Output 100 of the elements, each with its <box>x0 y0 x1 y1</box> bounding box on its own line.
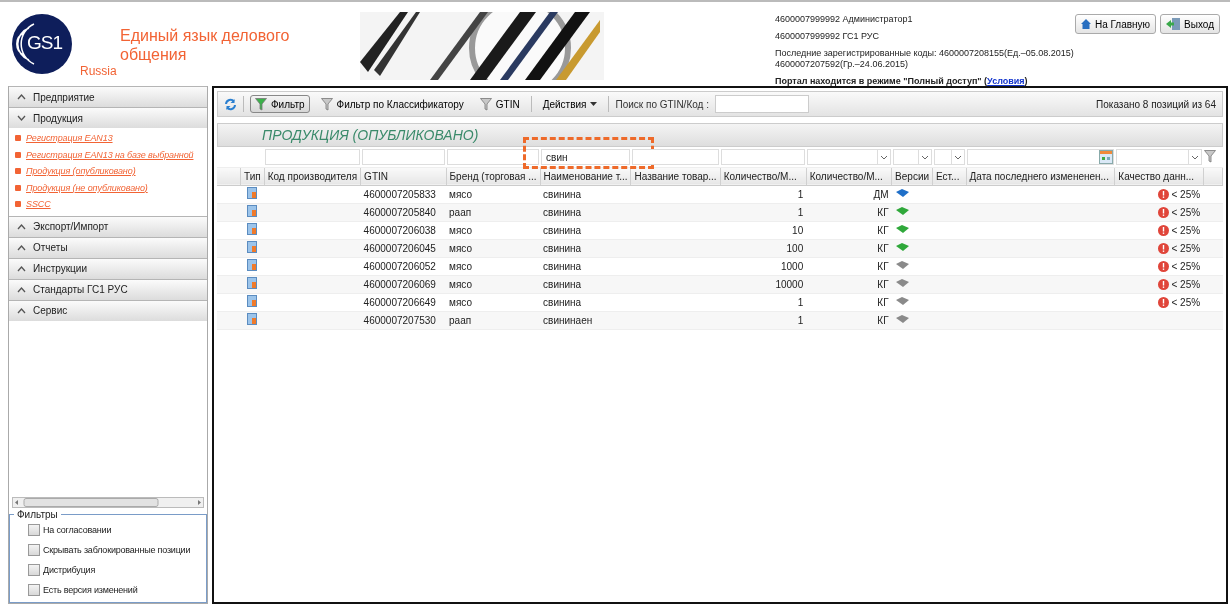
sidebar-section[interactable]: Инструкции <box>9 257 207 279</box>
table-cell: свинина <box>540 221 631 239</box>
sidebar-section[interactable]: Сервис <box>9 299 207 321</box>
funnel-icon <box>255 97 267 111</box>
box-icon <box>247 259 258 271</box>
table-cell: мясо <box>446 293 541 311</box>
box-icon <box>247 295 258 307</box>
table-cell: КГ <box>806 293 892 311</box>
funnel-icon <box>479 97 492 111</box>
quality-text: < 25% <box>1171 224 1201 236</box>
warning-icon <box>1158 224 1170 236</box>
bullet-icon <box>15 184 21 191</box>
caret-icon <box>590 102 598 106</box>
checkbox[interactable] <box>28 584 40 596</box>
table-cell: свинина <box>540 185 631 203</box>
table-cell: свинина <box>540 257 631 275</box>
warning-icon <box>1158 278 1170 290</box>
checkbox-label: Дистрибуция <box>43 565 96 575</box>
sidebar-section[interactable]: Продукция <box>9 107 207 128</box>
table-cell: ДМ <box>806 185 892 203</box>
refresh-icon[interactable] <box>224 97 237 111</box>
sidebar-section[interactable]: Отчеты <box>9 236 207 258</box>
table-cell: 4600007206649 <box>360 293 447 311</box>
date-filter-field[interactable] <box>967 149 1114 166</box>
user-info-text: 4600007999992 ГС1 РУС <box>774 31 880 42</box>
funnel-icon <box>320 97 333 111</box>
table-cell: мясо <box>446 221 541 239</box>
checkbox[interactable] <box>28 524 40 536</box>
filter-field[interactable]: свин <box>541 149 630 166</box>
table-cell: 1000 <box>720 257 807 275</box>
home-button[interactable]: На Главную <box>1074 14 1157 34</box>
box-icon <box>247 187 258 199</box>
table-cell: 4600007205833 <box>360 185 447 203</box>
filter-dropdown[interactable] <box>807 149 891 166</box>
logo-text: GS1 <box>27 32 63 54</box>
shown-count: Показано 8 позиций из 64 <box>1096 98 1216 110</box>
calendar-icon[interactable] <box>1098 150 1113 165</box>
filter-field[interactable] <box>721 149 806 166</box>
filter-field[interactable] <box>361 149 446 166</box>
box-icon <box>247 313 258 325</box>
search-field[interactable] <box>714 95 809 113</box>
bullet-icon <box>15 135 21 142</box>
table-cell: 4600007206038 <box>360 221 447 239</box>
chevron-up-icon <box>17 307 26 314</box>
chevron-up-icon <box>17 94 26 100</box>
filter-dropdown[interactable] <box>1115 149 1203 166</box>
door-icon <box>1166 18 1181 30</box>
table-cell: 1 <box>720 293 807 311</box>
checkbox-label: Скрывать заблокированные позиции <box>43 545 191 555</box>
filter-dropdown[interactable] <box>892 149 932 166</box>
filter-dropdown[interactable] <box>933 149 965 166</box>
exit-button[interactable]: Выход <box>1160 14 1220 34</box>
slogan: Единый язык делового общения <box>120 26 291 64</box>
chevron-up-icon <box>17 223 26 230</box>
checkbox-label: Есть версия изменений <box>43 585 138 595</box>
filter-button[interactable]: Фильтр по Классификатору <box>315 95 469 113</box>
filter-field[interactable] <box>265 149 360 166</box>
table-cell: мясо <box>446 257 541 275</box>
horizontal-scrollbar[interactable] <box>12 497 204 508</box>
actions-menu-button[interactable]: Действия <box>537 95 603 113</box>
bullet-icon <box>15 151 21 158</box>
checkbox-label: На согласовании <box>43 525 112 535</box>
filter-field[interactable] <box>447 149 540 166</box>
quality-text: < 25% <box>1171 206 1201 218</box>
sidebar-section[interactable]: Экспорт/Импорт <box>9 215 207 237</box>
quality-text: < 25% <box>1171 188 1201 200</box>
box-icon <box>247 241 258 253</box>
logo-icon <box>12 14 72 74</box>
table-cell: свинина <box>540 293 631 311</box>
terms-link[interactable]: Условия <box>987 76 1025 86</box>
sidebar-section[interactable]: Стандарты ГС1 РУС <box>9 278 207 300</box>
chevron-down-icon <box>17 115 26 121</box>
last-codes-text: Последние зарегистрированные коды: 4600007208155(Ед.–05.08.2015) 4600007207592(Гр.–24.06.2015) <box>774 48 1075 70</box>
table-cell: мясо <box>446 185 541 203</box>
logo-subtitle: Russia <box>80 64 117 78</box>
checkbox[interactable] <box>28 544 40 556</box>
box-icon <box>247 205 258 217</box>
grid-title: ПРОДУКЦИЯ (ОПУБЛИКОВАНО) <box>217 123 1223 147</box>
table-cell: 4600007206052 <box>360 257 447 275</box>
filters-legend: Фильтры <box>14 509 61 520</box>
user-info-text: 4600007999992 Администратор1 <box>774 14 914 25</box>
warning-icon <box>1158 188 1170 200</box>
bullet-icon <box>15 168 21 175</box>
bullet-icon <box>15 201 21 208</box>
chevron-up-icon <box>17 244 26 251</box>
checkbox[interactable] <box>28 564 40 576</box>
filter-button[interactable]: GTIN <box>474 95 525 113</box>
sidebar-section[interactable]: Предприятие <box>9 86 207 107</box>
chevron-up-icon <box>17 286 26 293</box>
quality-text: < 25% <box>1171 278 1201 290</box>
box-icon <box>247 277 258 289</box>
quality-text: < 25% <box>1171 260 1201 272</box>
quality-text: < 25% <box>1171 296 1201 308</box>
house-icon <box>1080 19 1091 29</box>
quality-text: < 25% <box>1171 242 1201 254</box>
filter-field[interactable] <box>632 149 720 166</box>
table-cell: КГ <box>806 221 892 239</box>
warning-icon <box>1158 260 1170 272</box>
warning-icon <box>1158 296 1170 308</box>
filter-button[interactable]: Фильтр <box>250 95 310 113</box>
